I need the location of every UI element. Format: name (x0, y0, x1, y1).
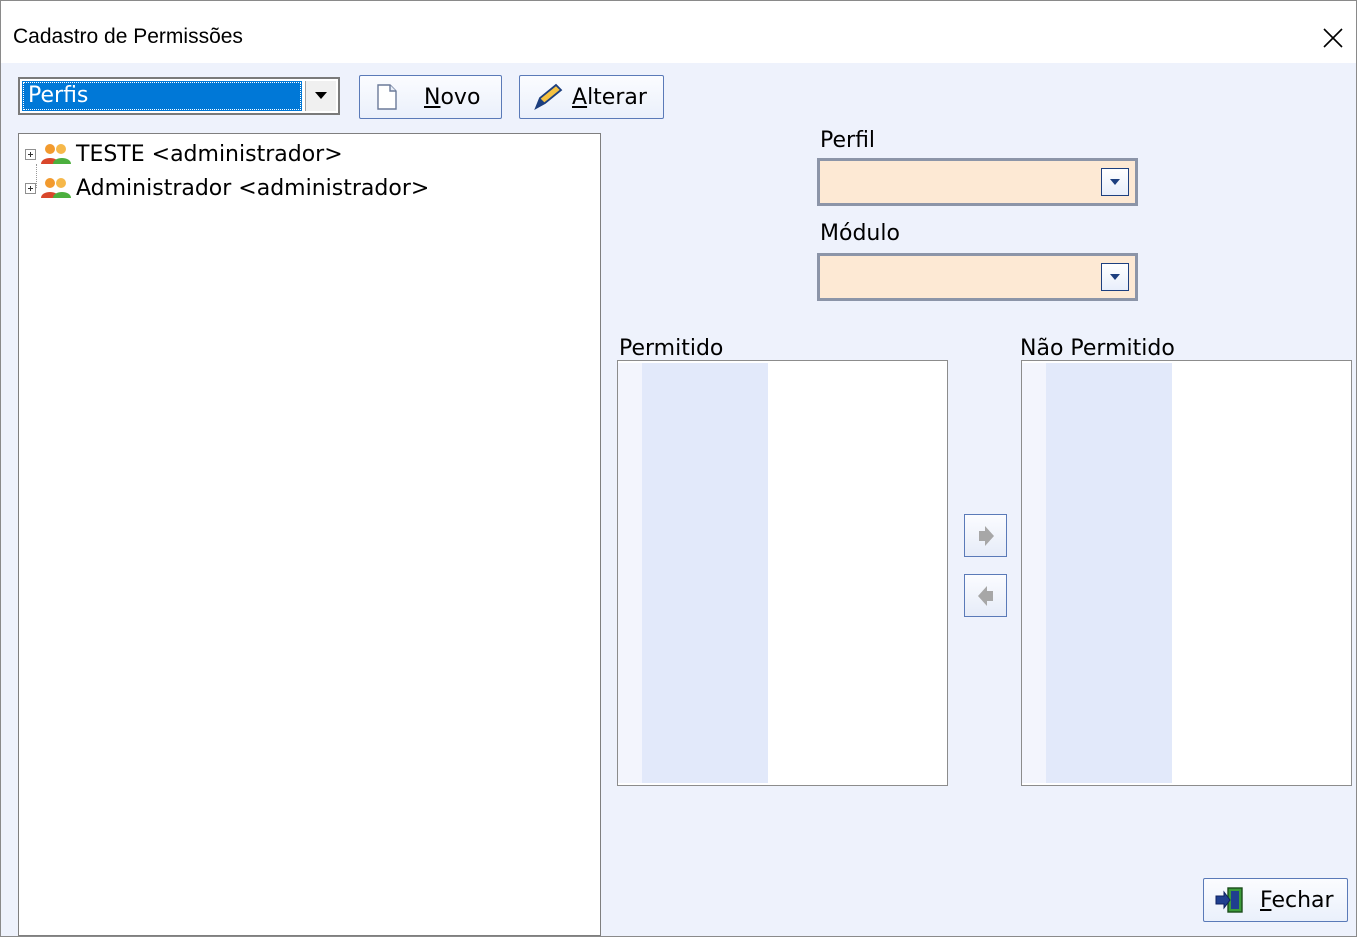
users-group-icon (41, 144, 71, 164)
arrow-right-icon (978, 525, 994, 546)
expand-icon[interactable] (25, 148, 36, 160)
move-left-button[interactable] (964, 574, 1007, 617)
tree-item[interactable]: Administrador <administrador> (25, 172, 429, 204)
close-button[interactable] (1310, 15, 1356, 61)
expand-icon[interactable] (25, 182, 36, 194)
modulo-label: Módulo (820, 221, 900, 246)
tree-item[interactable]: TESTE <administrador> (25, 138, 343, 170)
nao-permitido-label: Não Permitido (1020, 336, 1175, 361)
permissions-window: Cadastro de Permissões Perfis Novo Alter… (0, 0, 1357, 937)
type-select-value: Perfis (22, 81, 302, 111)
permitido-list[interactable] (617, 360, 948, 786)
edit-pen-icon (534, 83, 563, 111)
exit-door-icon (1215, 887, 1243, 913)
novo-button[interactable]: Novo (359, 75, 502, 119)
chevron-down-icon (1110, 274, 1120, 280)
type-select-dropdown-button[interactable] (305, 81, 336, 111)
move-right-button[interactable] (964, 514, 1007, 557)
chevron-down-icon (1110, 179, 1120, 185)
list-column (1046, 363, 1172, 783)
fechar-button-label: Fechar (1260, 887, 1334, 913)
users-group-icon (41, 178, 71, 198)
main-content: Perfis Novo Alterar TESTE <administrador… (1, 63, 1356, 936)
novo-button-label: Novo (424, 84, 481, 110)
nao-permitido-list[interactable] (1021, 360, 1352, 786)
list-column (642, 363, 768, 783)
modulo-select[interactable] (817, 253, 1138, 301)
type-select[interactable]: Perfis (18, 77, 340, 115)
alterar-button[interactable]: Alterar (519, 75, 664, 119)
close-icon (1323, 28, 1343, 48)
fechar-button[interactable]: Fechar (1203, 878, 1348, 922)
tree-item-label: TESTE <administrador> (76, 141, 343, 167)
chevron-down-icon (315, 92, 327, 99)
tree-item-label: Administrador <administrador> (76, 175, 430, 201)
list-column (1022, 363, 1046, 783)
profiles-tree[interactable]: TESTE <administrador> Administrador <adm… (18, 133, 601, 936)
window-title: Cadastro de Permissões (13, 25, 243, 48)
modulo-dropdown-button[interactable] (1101, 263, 1129, 291)
permitido-label: Permitido (619, 336, 724, 361)
new-document-icon (377, 84, 397, 110)
arrow-left-icon (977, 585, 993, 606)
perfil-label: Perfil (820, 128, 876, 153)
perfil-select[interactable] (817, 158, 1138, 206)
title-bar: Cadastro de Permissões (1, 1, 1356, 63)
alterar-button-label: Alterar (572, 84, 647, 110)
list-column (618, 363, 642, 783)
perfil-dropdown-button[interactable] (1101, 168, 1129, 196)
